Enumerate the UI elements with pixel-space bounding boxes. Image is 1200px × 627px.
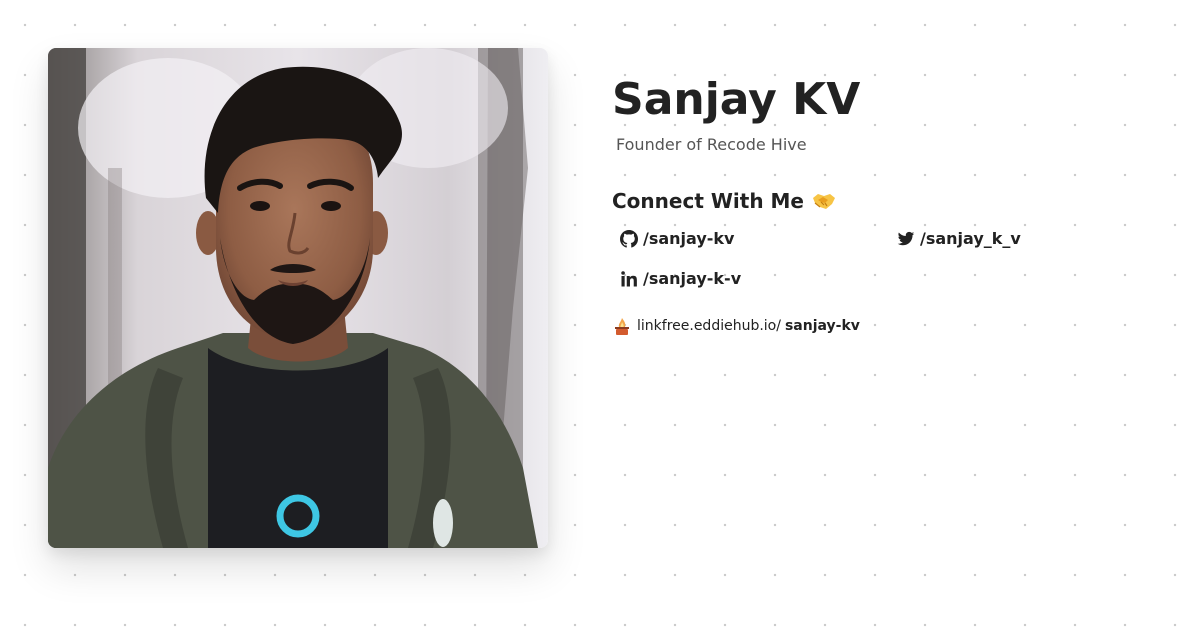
linkfree-logo-icon <box>612 315 632 337</box>
linkfree-username: sanjay-kv <box>784 318 860 334</box>
profile-name: Sanjay KV <box>612 74 861 125</box>
github-handle: /sanjay-kv <box>643 229 735 248</box>
twitter-icon <box>897 230 915 248</box>
connect-heading-text: Connect With Me <box>612 189 804 213</box>
connect-heading: Connect With Me <box>612 187 1172 215</box>
twitter-handle: /sanjay_k_v <box>920 229 1021 248</box>
handshake-icon <box>812 191 836 211</box>
profile-role: Founder of Recode Hive <box>616 135 807 154</box>
linkfree-domain: linkfree.eddiehub.io/ <box>637 318 781 334</box>
linkedin-icon <box>620 270 638 288</box>
github-icon <box>620 230 638 248</box>
profile-info: Sanjay KV Founder of Recode Hive Connect… <box>612 70 1172 337</box>
social-links: /sanjay-kv /sanjay_k_v /sanjay-k-v <box>612 227 1172 291</box>
linkedin-handle: /sanjay-k-v <box>643 269 742 288</box>
github-link[interactable]: /sanjay-kv <box>620 227 897 251</box>
linkedin-link[interactable]: /sanjay-k-v <box>620 267 897 291</box>
profile-photo <box>48 48 548 548</box>
twitter-link[interactable]: /sanjay_k_v <box>897 227 1147 251</box>
linkfree-link[interactable]: linkfree.eddiehub.io/ sanjay-kv <box>612 315 1172 337</box>
profile-photo-illustration <box>48 48 548 548</box>
